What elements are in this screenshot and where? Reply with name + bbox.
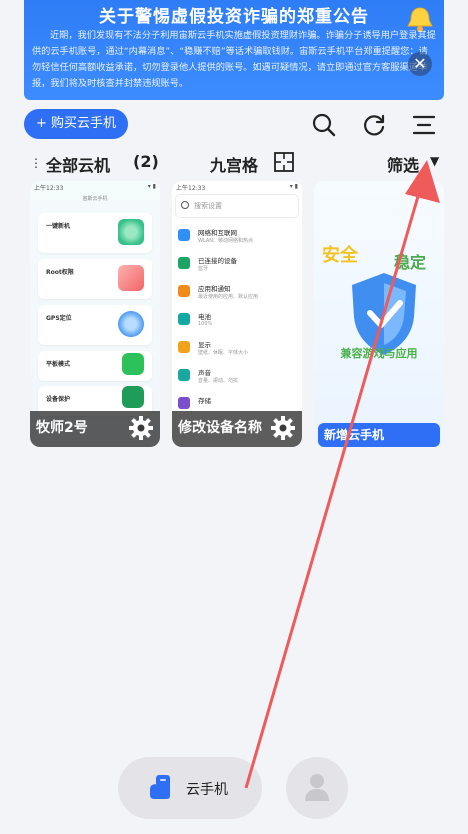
settings-item-title: 应用和通知: [198, 285, 231, 293]
settings-item-title: 声音: [198, 369, 211, 377]
tile-label: GPS定位: [46, 315, 72, 322]
drag-dots-icon[interactable]: ⋮: [30, 156, 42, 170]
announcement-banner[interactable]: 关于警惕虚假投资诈骗的郑重公告 近期，我们发现有不法分子利用宙斯云手机实施虚假投…: [24, 0, 444, 100]
nav-cloud-phone-label: 云手机: [186, 782, 228, 798]
settings-item-title: 已连接的设备: [198, 257, 237, 265]
settings-item: 已连接的设备 蓝牙: [178, 253, 298, 277]
grid-view-toggle[interactable]: 九宫格: [210, 152, 258, 176]
settings-item-title: 显示: [198, 341, 211, 349]
group-selector[interactable]: 全部云机: [46, 152, 110, 176]
gear-icon[interactable]: [270, 415, 296, 441]
search-icon[interactable]: [311, 112, 337, 138]
screen-tile: Root权限: [38, 259, 152, 299]
nav-profile[interactable]: [286, 757, 348, 819]
settings-item-title: 网络和互联网: [198, 229, 237, 237]
buy-cloud-phone-button[interactable]: + 购买云手机: [24, 109, 129, 139]
status-bar: 上午12:33 ▾ ▮: [176, 183, 298, 192]
add-phone-card[interactable]: 安全 稳定 兼容游戏与应用 新增云手机: [314, 181, 444, 447]
settings-item-icon: [178, 341, 190, 353]
refresh-graphic-icon: [118, 219, 144, 245]
tile-label: 设备保护: [46, 396, 71, 403]
shield-graphic-icon: [122, 386, 144, 408]
settings-item-subtitle: 音量、振动、勿扰: [198, 378, 239, 384]
wechat-icon: [122, 353, 144, 375]
filter-button[interactable]: 筛选: [387, 152, 419, 176]
gear-icon[interactable]: [128, 415, 154, 441]
settings-item-subtitle: 最近使用的应用、默认应用: [198, 294, 259, 300]
grid-icon[interactable]: [274, 152, 294, 172]
status-time: 上午12:33: [176, 185, 206, 192]
settings-item-title: 存储: [198, 397, 211, 405]
settings-item: 网络和互联网 WLAN、移动网络和热点: [178, 225, 298, 249]
refresh-icon[interactable]: [361, 112, 387, 138]
settings-item-subtitle: 蓝牙: [198, 266, 209, 272]
settings-item-icon: [178, 257, 190, 269]
screen-tile: 一键新机: [38, 213, 152, 253]
settings-item-subtitle: 100%: [198, 321, 213, 327]
tile-label: Root权限: [46, 269, 74, 276]
filter-caret-icon[interactable]: ▼: [430, 154, 439, 168]
phone-icon: [150, 775, 170, 799]
status-icons: ▾ ▮: [147, 183, 156, 190]
screen-heading: 宙斯云手机: [82, 196, 108, 202]
screen-tile: 平板模式: [38, 351, 152, 381]
add-cloud-phone-button[interactable]: 新增云手机: [318, 423, 440, 447]
settings-item: 显示 壁纸、休眠、字体大小: [178, 337, 298, 361]
tile-label: 平板模式: [46, 361, 71, 368]
settings-item-icon: [178, 285, 190, 297]
user-icon: [305, 774, 329, 801]
promo-title: 安全: [322, 245, 358, 266]
settings-item-icon: [178, 397, 190, 409]
settings-item-icon: [178, 369, 190, 381]
settings-item-icon: [178, 313, 190, 325]
search-icon: [181, 201, 189, 209]
device-name[interactable]: 修改设备名称: [178, 417, 262, 437]
promo-subtitle: 兼容游戏与应用: [340, 347, 418, 360]
device-name[interactable]: 牧师2号: [36, 417, 88, 437]
card-footer: 牧师2号: [30, 411, 160, 447]
close-icon[interactable]: ✕: [408, 52, 432, 76]
settings-item-icon: [178, 229, 190, 241]
cloud-phone-card[interactable]: 上午12:33 ▾ ▮ 宙斯云手机 一键新机 Root权限 GPS定位 平板模式…: [30, 181, 160, 447]
settings-item-title: 电池: [198, 313, 211, 321]
settings-item: 应用和通知 最近使用的应用、默认应用: [178, 281, 298, 305]
settings-item: 电池 100%: [178, 309, 298, 333]
status-time: 上午12:33: [34, 185, 64, 192]
group-count: (2): [133, 152, 159, 171]
cloud-phone-card[interactable]: 上午12:33 ▾ ▮ 搜索设置 网络和互联网 WLAN、移动网络和热点 已连接的设…: [172, 181, 302, 447]
settings-item: 声音 音量、振动、勿扰: [178, 365, 298, 389]
screen-search-placeholder: 搜索设置: [194, 202, 222, 210]
nav-cloud-phone[interactable]: 云手机: [118, 757, 262, 819]
screen-tile: GPS定位: [38, 305, 152, 345]
status-bar: 上午12:33 ▾ ▮: [34, 183, 156, 192]
settings-item-subtitle: WLAN、移动网络和热点: [198, 238, 254, 244]
menu-icon[interactable]: [411, 112, 437, 138]
location-graphic-icon: [118, 311, 144, 337]
group-row: ⋮ 全部云机 (2) 九宫格 筛选 ▼: [0, 150, 468, 176]
banner-title: 关于警惕虚假投资诈骗的郑重公告: [99, 7, 369, 27]
screen-search-field: 搜索设置: [176, 195, 298, 217]
card-footer: 修改设备名称: [172, 411, 302, 447]
tile-label: 一键新机: [46, 223, 71, 230]
settings-item-subtitle: 壁纸、休眠、字体大小: [198, 350, 249, 356]
box-graphic-icon: [118, 265, 144, 291]
status-icons: ▾ ▮: [289, 183, 298, 190]
banner-body: 近期，我们发现有不法分子利用宙斯云手机实施虚假投资理财诈骗。诈骗分子诱导用户登录…: [32, 30, 436, 89]
